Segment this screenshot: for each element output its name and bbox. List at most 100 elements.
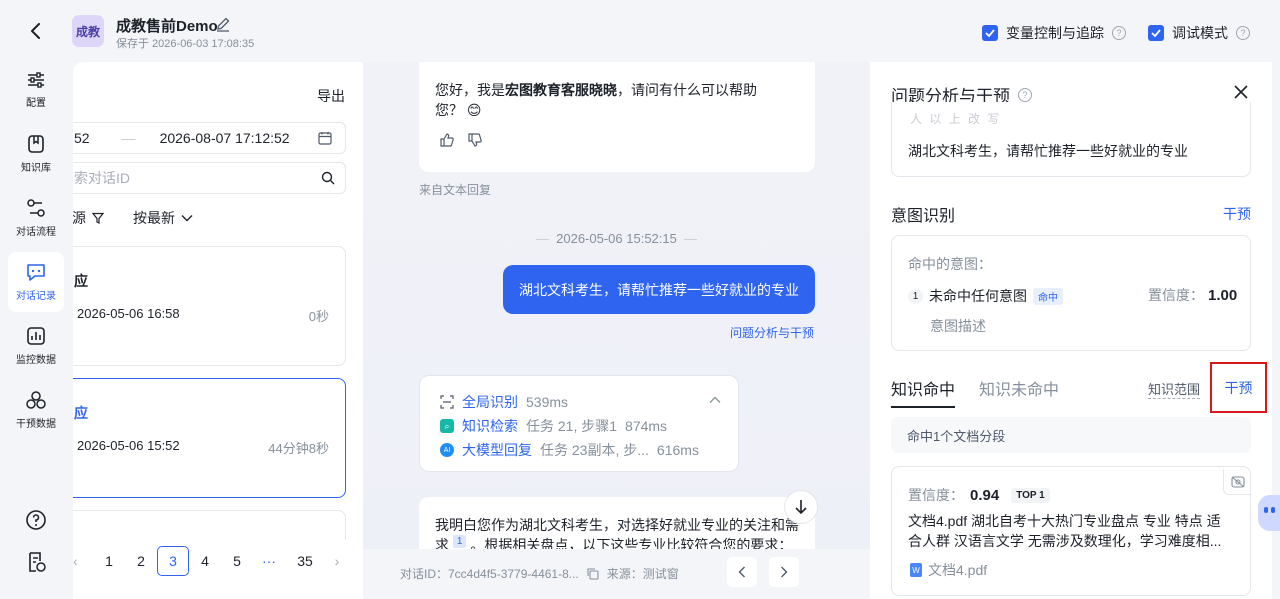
filter-icon[interactable] <box>92 212 104 224</box>
nav-item-intervention[interactable]: 干预数据 <box>8 380 64 440</box>
document-card[interactable]: 置信度： 0.94 TOP 1 文档4.pdf 湖北自考十大热门专业盘点 专业 … <box>891 466 1251 596</box>
sliders-icon <box>28 72 44 88</box>
search-icon[interactable] <box>321 171 335 185</box>
help-icon[interactable]: ? <box>1236 26 1250 40</box>
thumbs-down-icon[interactable] <box>467 132 483 148</box>
page-button[interactable]: 5 <box>221 553 253 569</box>
help-icon[interactable]: ? <box>1018 87 1032 102</box>
debug-mode-toggle[interactable]: 调试模式 ? <box>1148 23 1250 43</box>
scroll-down-button[interactable] <box>784 490 818 524</box>
intent-card: 命中的意图： 1 未命中任何意图 命中 置信度： 1.00 意图描述 <box>891 235 1251 351</box>
source-filter-label: 源 <box>73 210 86 226</box>
reference-badge[interactable]: 1 <box>452 535 467 549</box>
step-name[interactable]: 大模型回复 <box>462 440 532 460</box>
nav-label: 对话流程 <box>16 227 56 238</box>
search-box[interactable]: 索对话ID <box>73 162 346 194</box>
confidence-label: 置信度： <box>1148 287 1204 303</box>
source-filter[interactable]: 源 <box>73 208 104 228</box>
app-avatar: 成教 <box>72 15 104 47</box>
search-input[interactable]: 索对话ID <box>74 168 321 188</box>
step-time: 539ms <box>526 394 569 410</box>
intent-confidence: 置信度： 1.00 <box>1148 285 1237 305</box>
step-name[interactable]: 全局识别 <box>462 392 518 412</box>
scan-icon <box>440 395 454 409</box>
debug-mode-label: 调试模式 <box>1172 25 1228 41</box>
chat-area: 您好，我是宏图教育客服晓晓，请问有什么可以帮助您？ 😊 来自文本回复 — 202… <box>363 62 870 599</box>
greeting-text: 您好，我是 <box>435 82 505 98</box>
page-ellipsis[interactable]: ··· <box>253 553 285 569</box>
edit-icon[interactable] <box>215 16 231 32</box>
intent-intervene-button[interactable]: 干预 <box>1223 204 1251 224</box>
date-range-picker[interactable]: 52 — 2026-08-07 17:12:52 <box>73 122 346 154</box>
thumbs-up-icon[interactable] <box>439 132 455 148</box>
intent-tag: 命中 <box>1033 287 1063 305</box>
conversation-card-selected[interactable]: 应 2026-05-06 15:52 44分钟8秒 <box>73 378 346 498</box>
hide-icon[interactable] <box>1223 469 1251 495</box>
pagination: ‹ 1 2 3 4 5 ··· 35 › <box>73 546 356 576</box>
tab-knowledge-miss[interactable]: 知识未命中 <box>979 376 1059 400</box>
step-detail: 任务 21, 步骤1 <box>526 418 618 434</box>
calendar-icon[interactable] <box>317 131 332 145</box>
doc-file[interactable]: W 文档4.pdf <box>910 560 987 580</box>
chat-footer: 对话ID：7cc4d4f5-3779-4461-8... 来源：测试窗 <box>363 549 870 599</box>
rewrite-label: 人 以 上 改 写 <box>910 112 1002 126</box>
app-title: 成教售前Demo <box>116 18 218 35</box>
knowledge-intervene-button[interactable]: 干预 <box>1210 362 1267 413</box>
intent-hit-label: 命中的意图： <box>908 256 992 272</box>
analysis-link[interactable]: 问题分析与干预 <box>730 324 814 341</box>
prev-conversation-button[interactable] <box>727 557 757 587</box>
doc-rank-badge: TOP 1 <box>1011 487 1050 503</box>
date-start[interactable]: 52 <box>74 130 90 146</box>
help-circle-icon[interactable] <box>25 509 47 534</box>
page-button[interactable]: 1 <box>93 553 125 569</box>
chevron-up-icon[interactable] <box>709 396 721 404</box>
copy-icon[interactable] <box>587 567 599 580</box>
page-button[interactable]: 35 <box>285 553 325 569</box>
assistant-mascot-icon[interactable] <box>1258 495 1280 531</box>
nav-item-chat-records[interactable]: 对话记录 <box>8 252 64 312</box>
doc-file-name[interactable]: 文档4.pdf <box>928 560 987 580</box>
bot-message: 您好，我是宏图教育客服晓晓，请问有什么可以帮助您？ 😊 <box>419 62 815 172</box>
nav-item-monitor[interactable]: 监控数据 <box>8 316 64 376</box>
tab-knowledge-hit[interactable]: 知识命中 <box>891 376 956 408</box>
sort-label: 按最新 <box>133 210 175 226</box>
step-time: 874ms <box>625 418 668 434</box>
conversation-time: 2026-05-06 16:58 <box>77 306 180 321</box>
sort-dropdown[interactable]: 按最新 <box>133 208 193 228</box>
close-icon[interactable] <box>1233 84 1249 100</box>
intent-title: 意图识别 <box>891 208 956 225</box>
next-conversation-button[interactable] <box>769 557 799 587</box>
help-icon[interactable]: ? <box>1112 26 1126 40</box>
checkbox-checked-icon[interactable] <box>1148 25 1164 41</box>
conversation-card[interactable] <box>73 510 346 540</box>
intent-name: 未命中任何意图 <box>929 288 1027 304</box>
export-button[interactable]: 导出 <box>317 86 345 106</box>
page-button[interactable]: 4 <box>189 553 221 569</box>
nav-item-knowledge[interactable]: 知识库 <box>8 124 64 184</box>
analysis-panel: 问题分析与干预 ? 人 以 上 改 写 湖北文科考生，请帮忙推荐一些好就业的专业… <box>870 62 1272 599</box>
step-name[interactable]: 知识检索 <box>462 416 518 436</box>
conversation-card[interactable]: 应 2026-05-06 16:58 0秒 <box>73 246 346 366</box>
chevron-right-icon <box>781 566 788 578</box>
knowledge-scope[interactable]: 知识范围 <box>1148 379 1201 399</box>
intent-row: 1 未命中任何意图 命中 <box>908 286 1063 306</box>
intent-description: 意图描述 <box>930 318 986 334</box>
next-page-icon[interactable]: › <box>325 553 349 569</box>
user-message: 湖北文科考生，请帮忙推荐一些好就业的专业 <box>503 265 815 314</box>
checkbox-checked-icon[interactable] <box>982 25 998 41</box>
page-button[interactable]: 2 <box>125 553 157 569</box>
document-settings-icon[interactable] <box>25 551 47 576</box>
page-button-current[interactable]: 3 <box>157 546 189 576</box>
knowledge-search-icon: ⌕ <box>440 419 454 433</box>
smile-emoji: 😊 <box>466 102 482 118</box>
date-end[interactable]: 2026-08-07 17:12:52 <box>160 130 290 146</box>
doc-confidence: 置信度： 0.94 TOP 1 <box>908 485 1050 505</box>
variable-tracking-toggle[interactable]: 变量控制与追踪 ? <box>982 23 1126 43</box>
nav-item-flow[interactable]: 对话流程 <box>8 188 64 248</box>
prev-page-icon[interactable]: ‹ <box>73 553 93 569</box>
nav-label: 配置 <box>26 98 46 109</box>
knowledge-intervene-label[interactable]: 干预 <box>1225 378 1253 398</box>
nav-item-config[interactable]: 配置 <box>8 60 64 120</box>
back-icon[interactable] <box>24 20 48 42</box>
conversation-duration: 44分钟8秒 <box>268 441 329 456</box>
